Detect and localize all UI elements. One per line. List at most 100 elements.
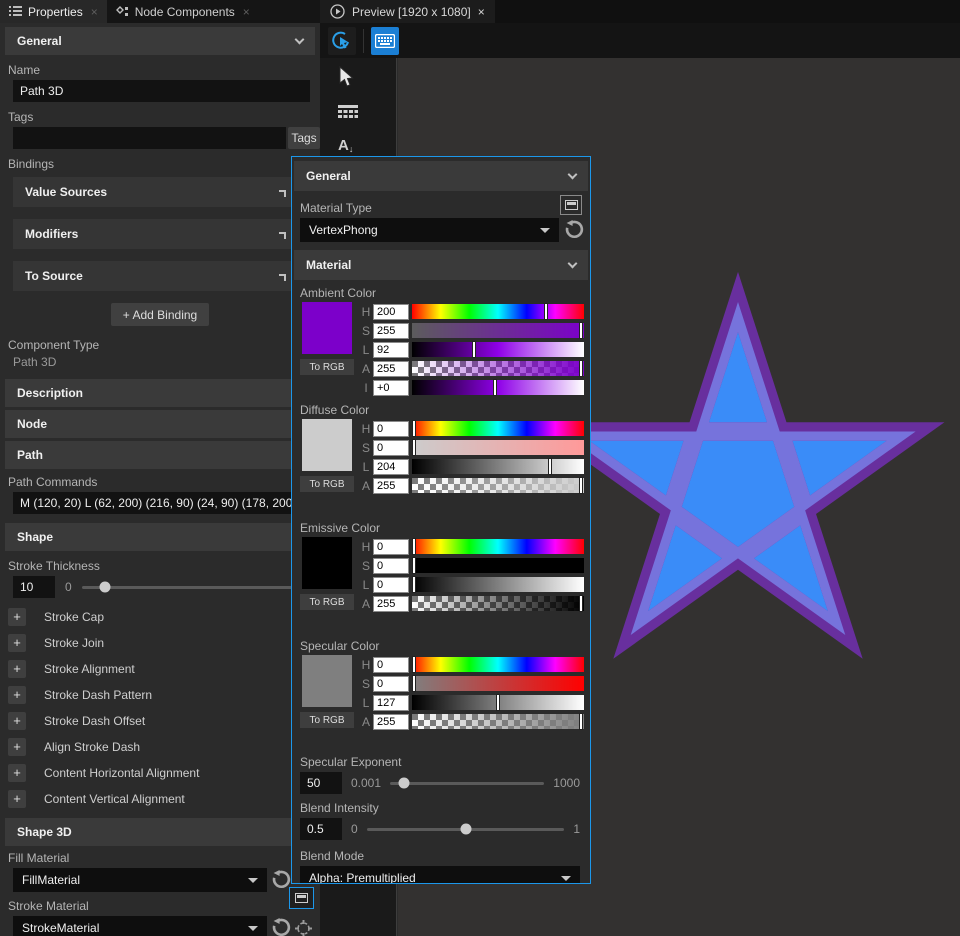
hue-input[interactable] [373,304,409,320]
open-editor-icon[interactable] [560,195,582,215]
grid-tool-button[interactable] [338,105,358,123]
tab-preview[interactable]: Preview [1920 x 1080] × [320,0,495,23]
close-icon[interactable]: × [243,5,250,19]
add-property-button[interactable]: + [8,686,26,704]
alpha-slider[interactable] [412,478,584,493]
add-binding-button[interactable]: + Add Binding [111,303,209,326]
hue-slider[interactable] [412,421,584,436]
text-analyze-tool-button[interactable]: A↓ [338,137,353,154]
specular-color-swatch[interactable] [302,655,352,707]
tab-properties[interactable]: Properties × [0,0,107,23]
interact-tool-button[interactable] [328,27,356,55]
ambient-color-swatch[interactable] [302,302,352,354]
add-property-button[interactable]: + [8,790,26,808]
alpha-slider[interactable] [412,596,584,611]
reset-icon[interactable] [271,918,291,936]
hue-input[interactable] [373,539,409,555]
saturation-slider[interactable] [412,558,584,573]
diffuse-color-swatch[interactable] [302,419,352,471]
lightness-input[interactable] [373,342,409,358]
lightness-input[interactable] [373,695,409,711]
to-rgb-button[interactable]: To RGB [300,476,354,492]
material-editor-toggle-button[interactable] [289,887,314,909]
saturation-input[interactable] [373,323,409,339]
to-rgb-button[interactable]: To RGB [300,712,354,728]
section-general[interactable]: General [5,27,315,55]
hue-input[interactable] [373,421,409,437]
section-description[interactable]: Description [5,379,315,407]
add-property-button[interactable]: + [8,660,26,678]
to-rgb-button[interactable]: To RGB [300,594,354,610]
saturation-input[interactable] [373,440,409,456]
saturation-slider[interactable] [412,440,584,455]
to-rgb-button[interactable]: To RGB [300,359,354,375]
alpha-slider[interactable] [412,714,584,729]
section-modifiers[interactable]: Modifiers [13,219,298,249]
section-shape-3d[interactable]: Shape 3D [5,818,315,846]
add-property-button[interactable]: + [8,634,26,652]
blend-intensity-input[interactable] [300,818,342,840]
slider-handle[interactable] [398,778,409,789]
section-value-sources[interactable]: Value Sources [13,177,298,207]
specular-exponent-slider[interactable] [390,782,544,785]
lightness-slider[interactable] [412,342,584,357]
virtual-keyboard-button[interactable] [371,27,399,55]
add-property-button[interactable]: + [8,738,26,756]
tags-row: Tags [13,127,320,149]
lightness-slider[interactable] [412,459,584,474]
slider-marker [472,341,476,358]
fill-material-dropdown[interactable]: FillMaterial [13,868,267,892]
emissive-color-swatch[interactable] [302,537,352,589]
hue-slider[interactable] [412,539,584,554]
material-type-dropdown[interactable]: VertexPhong [300,218,559,242]
lightness-input[interactable] [373,459,409,475]
path-commands-input[interactable] [13,492,310,514]
lightness-slider[interactable] [412,577,584,592]
close-icon[interactable]: × [478,5,485,19]
tags-input[interactable] [13,127,286,149]
dialog-section-general[interactable]: General [294,161,588,191]
section-to-source[interactable]: To Source [13,261,298,291]
interact-cursor-icon [332,31,352,51]
add-property-button[interactable]: + [8,764,26,782]
section-node[interactable]: Node [5,410,315,438]
add-property-button[interactable]: + [8,608,26,626]
blend-mode-dropdown[interactable]: Alpha: Premultiplied [300,866,580,884]
close-icon[interactable]: × [91,5,98,19]
reset-icon[interactable] [564,220,584,240]
add-property-button[interactable]: + [8,712,26,730]
section-path[interactable]: Path [5,441,315,469]
alpha-slider[interactable] [412,361,584,376]
alpha-input[interactable] [373,361,409,377]
alpha-input[interactable] [373,714,409,730]
tab-node-components[interactable]: Node Components × [107,0,259,23]
add-property-row: + Stroke Cap [8,604,320,630]
hue-input[interactable] [373,657,409,673]
lightness-input[interactable] [373,577,409,593]
stroke-thickness-slider[interactable] [82,586,312,589]
select-tool-button[interactable] [338,66,356,91]
alpha-input[interactable] [373,478,409,494]
saturation-slider[interactable] [412,676,584,691]
reset-icon[interactable] [271,870,291,890]
lightness-slider[interactable] [412,695,584,710]
saturation-input[interactable] [373,676,409,692]
target-icon[interactable] [295,920,312,936]
intensity-input[interactable] [373,380,409,396]
slider-handle[interactable] [99,582,110,593]
stroke-material-dropdown[interactable]: StrokeMaterial [13,916,267,936]
name-input[interactable] [13,80,310,102]
hue-slider[interactable] [412,657,584,672]
tags-button[interactable]: Tags [288,127,320,149]
slider-handle[interactable] [460,824,471,835]
saturation-input[interactable] [373,558,409,574]
hue-slider[interactable] [412,304,584,319]
blend-intensity-slider[interactable] [367,828,565,831]
intensity-slider[interactable] [412,380,584,395]
alpha-input[interactable] [373,596,409,612]
section-shape[interactable]: Shape [5,523,315,551]
dialog-section-material[interactable]: Material [294,250,588,280]
specular-exponent-input[interactable] [300,772,342,794]
stroke-thickness-input[interactable] [13,576,55,598]
saturation-slider[interactable] [412,323,584,338]
